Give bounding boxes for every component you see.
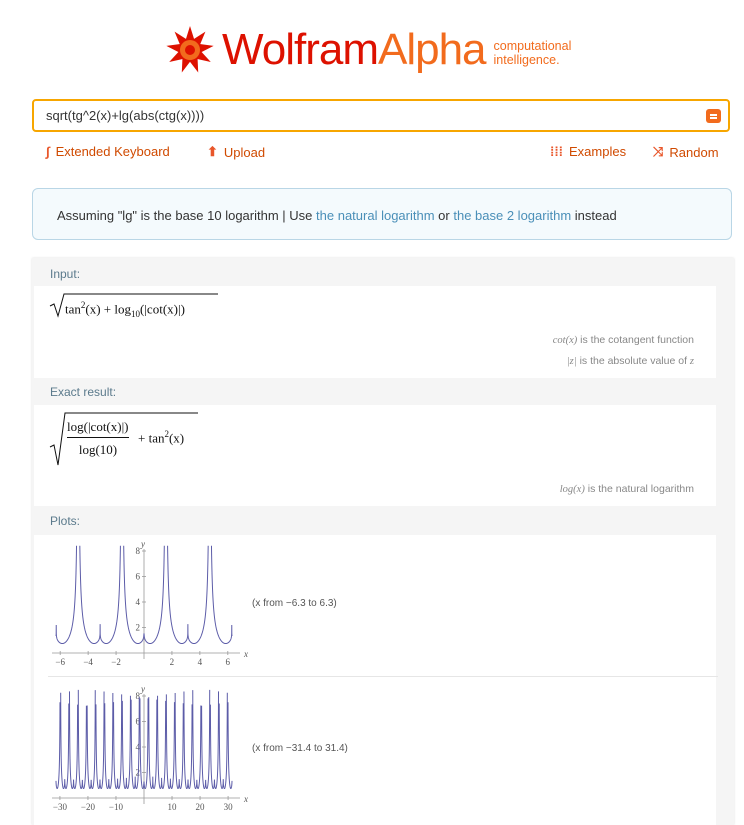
x-tick-label: 4 bbox=[198, 657, 203, 667]
x-tick-label: 10 bbox=[168, 802, 178, 812]
y-tick-label: 4 bbox=[136, 597, 141, 607]
plot-divider bbox=[48, 676, 718, 677]
exact-numerator: log(|cot(x)|) bbox=[67, 419, 129, 434]
x-tick-label: −10 bbox=[109, 802, 124, 812]
wolframalpha-logo[interactable]: WolframAlpha computational intelligence. bbox=[164, 24, 571, 76]
search-box[interactable] bbox=[32, 99, 730, 132]
plot-2-range: (x from −31.4 to 31.4) bbox=[252, 743, 348, 754]
keyboard-icon: ∫ bbox=[46, 144, 50, 159]
input-pod: tan2(x) + log10(|cot(x)|) cot(x) is the … bbox=[34, 286, 716, 378]
x-tick-label: −20 bbox=[81, 802, 96, 812]
compute-button[interactable] bbox=[706, 109, 721, 123]
x-tick-label: −6 bbox=[55, 657, 65, 667]
assumption-box: Assuming "lg" is the base 10 logarithm |… bbox=[32, 188, 732, 240]
x-tick-label: −30 bbox=[53, 802, 68, 812]
x-tick-label: 30 bbox=[224, 802, 234, 812]
plots-pod-title: Plots: bbox=[50, 514, 81, 528]
spikey-logo-icon bbox=[166, 26, 214, 73]
natural-log-link[interactable]: the natural logarithm bbox=[316, 208, 435, 223]
exact-tan-term: + tan2(x) bbox=[138, 429, 185, 446]
plot-1[interactable]: x y −6 −4 −2 2 4 6 2 4 6 8 bbox=[48, 537, 248, 667]
x-tick-label: −4 bbox=[83, 657, 93, 667]
random-link[interactable]: ⤨ Random bbox=[653, 144, 719, 160]
extended-keyboard-link[interactable]: ∫ Extended Keyboard bbox=[46, 144, 170, 159]
search-input[interactable] bbox=[44, 107, 688, 124]
input-pod-title: Input: bbox=[50, 267, 81, 281]
grid-icon: ⁞⁞⁞ bbox=[550, 144, 563, 159]
plots-pod: x y −6 −4 −2 2 4 6 2 4 6 8 (x from −6.3 to 6.3) x y −… bbox=[34, 535, 718, 825]
upload-icon: ⬆ bbox=[207, 144, 218, 159]
y-tick-label: 6 bbox=[136, 572, 141, 582]
x-axis-label: x bbox=[243, 794, 248, 804]
cot-note: cot(x) is the cotangent function bbox=[552, 334, 694, 346]
brand-name: WolframAlpha bbox=[222, 25, 487, 74]
exact-pod-title: Exact result: bbox=[50, 385, 117, 399]
examples-link[interactable]: ⁞⁞⁞ Examples bbox=[550, 144, 626, 159]
x-axis-label: x bbox=[243, 649, 248, 659]
log-note: log(x) is the natural logarithm bbox=[559, 483, 694, 495]
fraction-bar bbox=[67, 437, 129, 438]
shuffle-icon: ⤨ bbox=[653, 144, 664, 159]
upload-link[interactable]: ⬆ Upload bbox=[207, 144, 265, 160]
y-tick-label: 8 bbox=[136, 546, 141, 556]
exact-denominator: log(10) bbox=[78, 442, 118, 457]
x-tick-label: 2 bbox=[170, 657, 175, 667]
brand-tagline: computational intelligence. bbox=[493, 39, 572, 67]
plot-2[interactable]: xy−30 −20 −10 10 20 302468 bbox=[48, 682, 248, 812]
x-tick-label: 6 bbox=[226, 657, 231, 667]
x-tick-label: 20 bbox=[196, 802, 206, 812]
y-axis-label: y bbox=[140, 684, 145, 694]
abs-note: |z| is the absolute value of z bbox=[566, 355, 694, 367]
y-tick-label: 2 bbox=[136, 623, 141, 633]
plot-1-range: (x from −6.3 to 6.3) bbox=[252, 598, 337, 609]
base2-log-link[interactable]: the base 2 logarithm bbox=[453, 208, 571, 223]
exact-result-pod: log(|cot(x)|) log(10) + tan2(x) log(x) i… bbox=[34, 405, 716, 506]
y-axis-label: y bbox=[140, 539, 145, 549]
input-expression: tan2(x) + log10(|cot(x)|) bbox=[65, 300, 185, 319]
x-tick-label: −2 bbox=[111, 657, 121, 667]
results-panel: Input: tan2(x) + log10(|cot(x)|) cot(x) … bbox=[32, 258, 734, 825]
